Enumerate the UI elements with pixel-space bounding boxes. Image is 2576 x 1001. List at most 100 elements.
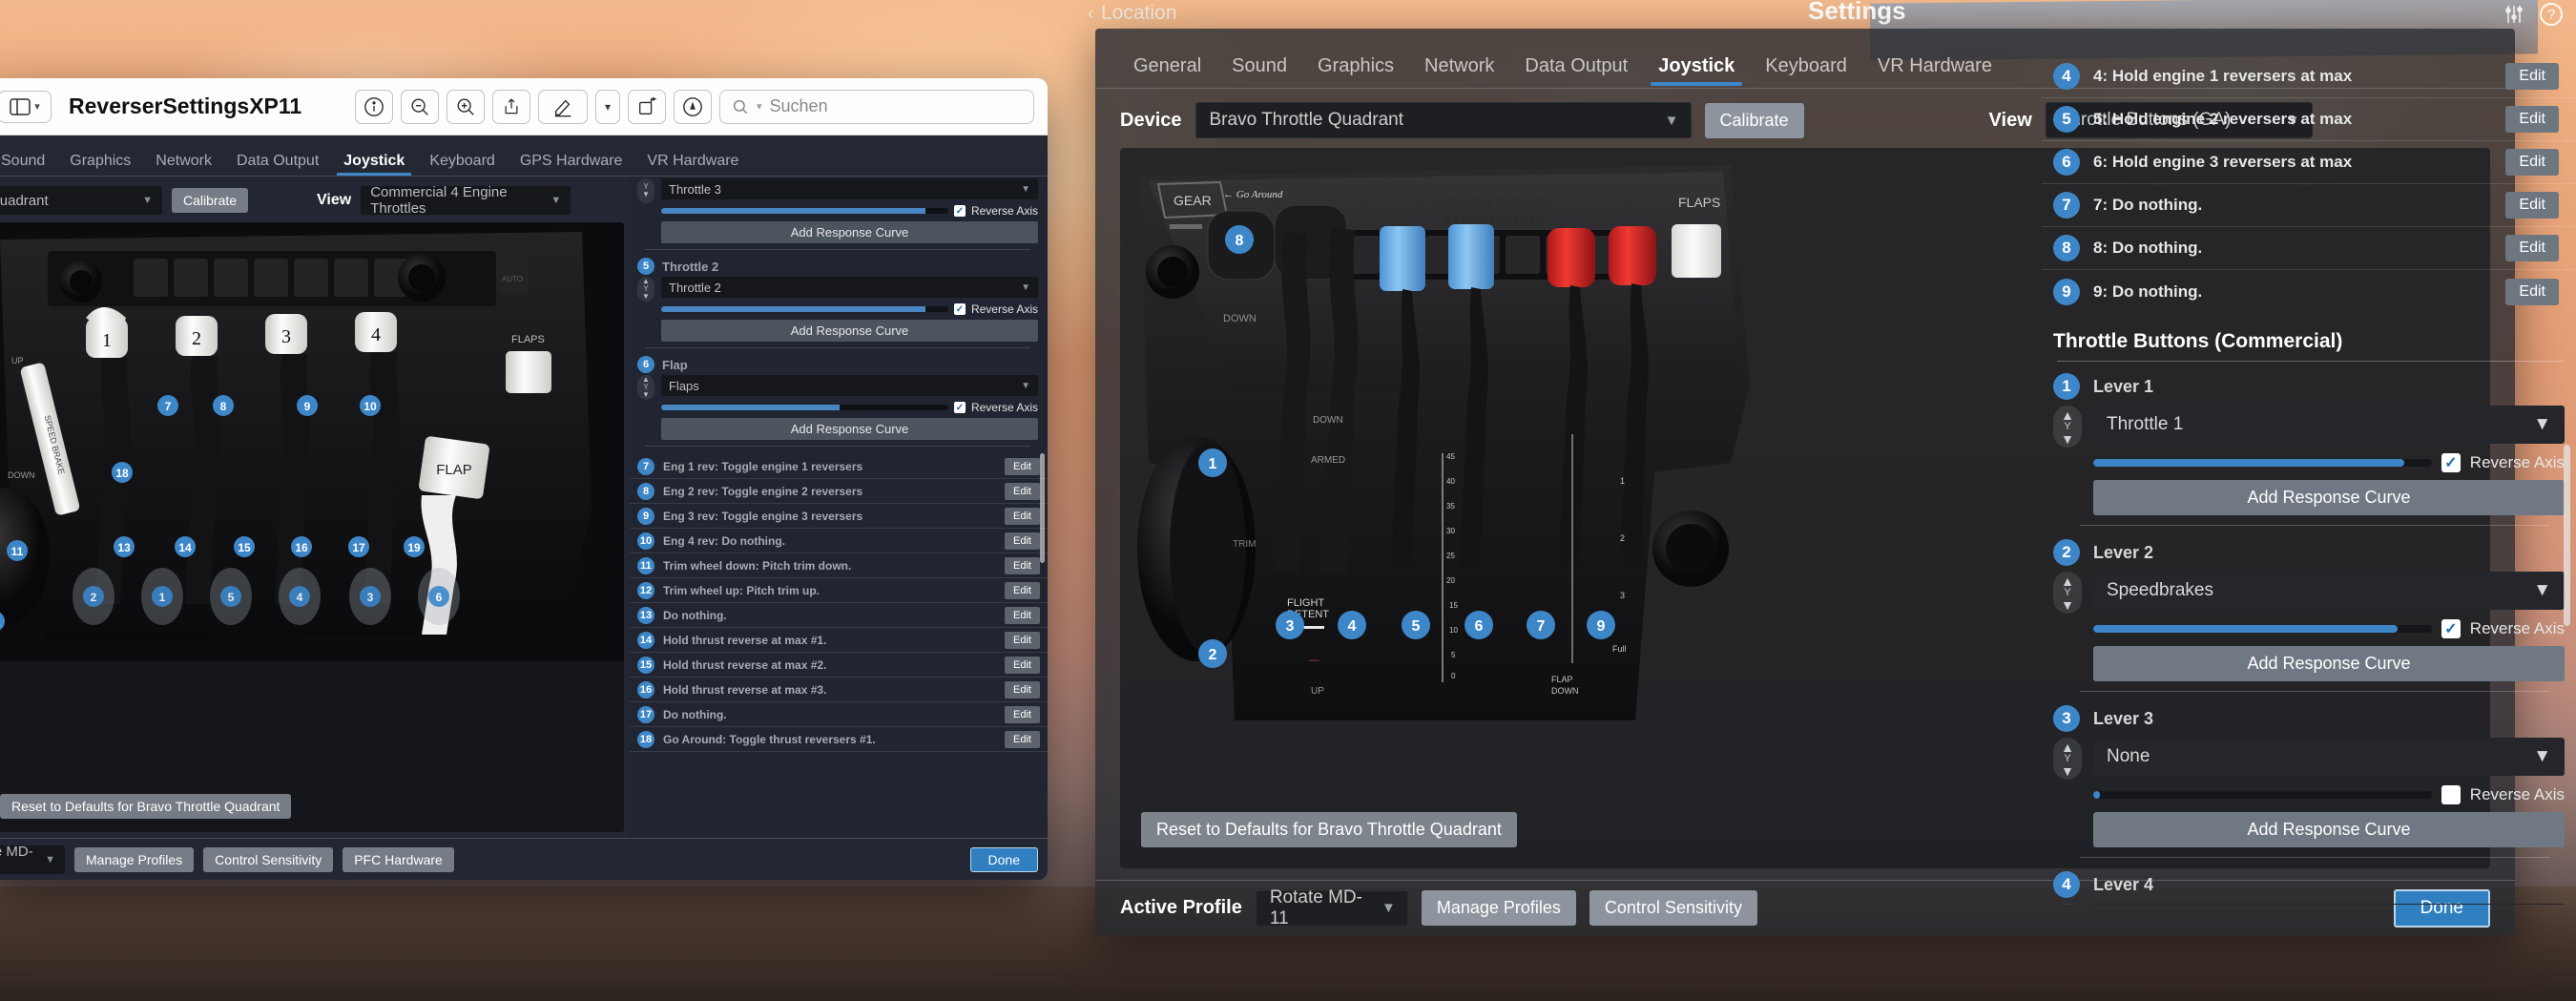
list-item[interactable]: 8 Eng 2 rev: Toggle engine 2 reversers E… xyxy=(630,479,1048,504)
inner-reverse-axis-checkbox[interactable]: ✓ xyxy=(953,402,966,413)
inner-axis-dropdown[interactable]: Throttle 2 ▼ xyxy=(661,277,1038,298)
edit-button[interactable]: Edit xyxy=(1005,556,1040,574)
edit-button[interactable]: Edit xyxy=(2505,63,2559,90)
inner-axis-spinner[interactable]: ▲ Y ▼ xyxy=(637,277,654,302)
axis-assignment-dropdown[interactable]: Throttle 1 ▼ xyxy=(2093,406,2565,444)
list-item[interactable]: 12 Trim wheel up: Pitch trim up. Edit xyxy=(630,578,1048,603)
inner-active-profile-dropdown[interactable]: Rotate MD-11 ▼ xyxy=(0,844,65,874)
inner-done-button[interactable]: Done xyxy=(969,846,1038,872)
reverse-axis-checkbox[interactable]: ✓ xyxy=(2441,785,2461,804)
inner-axis-dropdown[interactable]: Throttle 3 ▼ xyxy=(661,178,1038,199)
annotate-icon[interactable] xyxy=(674,89,712,124)
edit-button[interactable]: Edit xyxy=(1005,680,1040,699)
active-profile-dropdown[interactable]: Rotate MD-11 ▼ xyxy=(1255,887,1408,928)
inner-add-response-curve-button[interactable]: Add Response Curve xyxy=(661,320,1038,342)
edit-button[interactable]: Edit xyxy=(2505,235,2559,261)
tab-graphics[interactable]: Graphics xyxy=(1302,55,1409,86)
axis-direction-spinner[interactable]: ▲Y▼ xyxy=(2053,738,2082,780)
edit-button[interactable]: Edit xyxy=(1005,457,1040,475)
edit-button[interactable]: Edit xyxy=(2505,106,2559,133)
inner-tab-gps-hardware[interactable]: GPS Hardware xyxy=(508,153,635,176)
info-icon[interactable] xyxy=(355,89,393,124)
breadcrumb[interactable]: ‹ Location xyxy=(1088,2,1176,25)
zoom-out-icon[interactable] xyxy=(401,89,439,124)
chevron-down-icon[interactable]: ▾ xyxy=(595,89,620,124)
rotate-icon[interactable] xyxy=(628,89,666,124)
add-response-curve-button[interactable]: Add Response Curve xyxy=(2093,646,2565,681)
inner-device-dropdown[interactable]: Bravo Throttle Quadrant ▼ xyxy=(0,186,162,215)
table-row[interactable]: 7 7: Do nothing. Edit xyxy=(2042,184,2576,227)
tab-data-output[interactable]: Data Output xyxy=(1509,55,1643,86)
tab-general[interactable]: General xyxy=(1118,55,1216,86)
inner-reset-to-defaults-button[interactable]: Reset to Defaults for Bravo Throttle Qua… xyxy=(0,794,292,819)
help-icon[interactable]: ? xyxy=(2540,3,2563,26)
inner-add-response-curve-button[interactable]: Add Response Curve xyxy=(661,418,1038,440)
inner-tab-data-output[interactable]: Data Output xyxy=(224,153,331,176)
inner-tab-sound[interactable]: Sound xyxy=(0,153,57,176)
inner-reverse-axis-checkbox[interactable]: ✓ xyxy=(953,205,966,217)
edit-button[interactable]: Edit xyxy=(2505,278,2559,305)
edit-button[interactable]: Edit xyxy=(1005,631,1040,649)
inner-axis-dropdown[interactable]: Flaps ▼ xyxy=(661,375,1038,396)
tab-joystick[interactable]: Joystick xyxy=(1643,55,1750,86)
axis-assignment-dropdown[interactable]: Speedbrakes ▼ xyxy=(2093,572,2565,610)
edit-button[interactable]: Edit xyxy=(2505,192,2559,219)
list-item[interactable]: 17 Do nothing. Edit xyxy=(630,702,1048,727)
tab-sound[interactable]: Sound xyxy=(1216,55,1302,86)
add-response-curve-button[interactable]: Add Response Curve xyxy=(2093,480,2565,515)
inner-scrollbar[interactable] xyxy=(1040,453,1045,563)
axis-direction-spinner[interactable]: ▲Y▼ xyxy=(2053,572,2082,614)
search-input[interactable]: ▾ Suchen xyxy=(719,89,1034,124)
axis-direction-spinner[interactable]: ▲Y▼ xyxy=(2053,406,2082,448)
list-item[interactable]: 11 Trim wheel down: Pitch trim down. Edi… xyxy=(630,553,1048,578)
table-row[interactable]: 5 5: Hold engine 2 reversers at max Edit xyxy=(2042,98,2576,141)
markup-icon[interactable] xyxy=(538,89,588,124)
sidebar-toggle-button[interactable]: ▾ xyxy=(0,90,52,123)
table-row[interactable]: 6 6: Hold engine 3 reversers at max Edit xyxy=(2042,141,2576,184)
inner-view-dropdown[interactable]: Commercial 4 Engine Throttles ▼ xyxy=(361,184,571,217)
edit-button[interactable]: Edit xyxy=(2505,149,2559,176)
calibrate-button[interactable]: Calibrate xyxy=(1704,102,1804,138)
inner-axis-spinner[interactable]: Y ▼ xyxy=(637,178,654,203)
axis-direction-spinner[interactable]: ▲Y▼ xyxy=(2053,904,2082,905)
list-item[interactable]: 9 Eng 3 rev: Toggle engine 3 reversers E… xyxy=(630,504,1048,529)
inner-reverse-axis-checkbox[interactable]: ✓ xyxy=(953,303,966,315)
list-item[interactable]: 14 Hold thrust reverse at max #1. Edit xyxy=(630,628,1048,653)
assignment-scrollbar[interactable] xyxy=(2564,445,2570,626)
edit-button[interactable]: Edit xyxy=(1005,482,1040,500)
axis-assignment-dropdown[interactable]: None ▼ xyxy=(2093,738,2565,776)
list-item[interactable]: 7 Eng 1 rev: Toggle engine 1 reversers E… xyxy=(630,454,1048,479)
edit-button[interactable]: Edit xyxy=(1005,507,1040,525)
list-item[interactable]: 13 Do nothing. Edit xyxy=(630,603,1048,628)
table-row[interactable]: 9 9: Do nothing. Edit xyxy=(2042,270,2576,313)
edit-button[interactable]: Edit xyxy=(1005,606,1040,624)
share-icon[interactable] xyxy=(492,89,530,124)
inner-tab-joystick[interactable]: Joystick xyxy=(331,153,417,176)
edit-button[interactable]: Edit xyxy=(1005,656,1040,674)
inner-calibrate-button[interactable]: Calibrate xyxy=(172,188,249,213)
control-sensitivity-button[interactable]: Control Sensitivity xyxy=(1589,890,1757,926)
inner-control-sensitivity-button[interactable]: Control Sensitivity xyxy=(203,846,334,872)
edit-button[interactable]: Edit xyxy=(1005,730,1040,748)
manage-profiles-button[interactable]: Manage Profiles xyxy=(1421,890,1576,926)
list-item[interactable]: 10 Eng 4 rev: Do nothing. Edit xyxy=(630,529,1048,553)
inner-tab-vr-hardware[interactable]: VR Hardware xyxy=(634,153,751,176)
table-row[interactable]: 8 8: Do nothing. Edit xyxy=(2042,227,2576,270)
add-response-curve-button[interactable]: Add Response Curve xyxy=(2093,812,2565,847)
edit-button[interactable]: Edit xyxy=(1005,581,1040,599)
axis-assignment-dropdown[interactable]: Throttle 2 ▼ xyxy=(2093,904,2565,905)
list-item[interactable]: 15 Hold thrust reverse at max #2. Edit xyxy=(630,653,1048,678)
reset-to-defaults-button[interactable]: Reset to Defaults for Bravo Throttle Qua… xyxy=(1141,812,1517,847)
list-item[interactable]: 18 Go Around: Toggle thrust reversers #1… xyxy=(630,727,1048,752)
inner-axis-spinner[interactable]: ▲ Y ▼ xyxy=(637,375,654,400)
inner-tab-keyboard[interactable]: Keyboard xyxy=(417,153,508,176)
inner-add-response-curve-button[interactable]: Add Response Curve xyxy=(661,221,1038,243)
tab-network[interactable]: Network xyxy=(1409,55,1509,86)
inner-tab-graphics[interactable]: Graphics xyxy=(57,153,143,176)
edit-button[interactable]: Edit xyxy=(1005,532,1040,550)
inner-manage-profiles-button[interactable]: Manage Profiles xyxy=(74,846,195,872)
tab-vr-hardware[interactable]: VR Hardware xyxy=(1862,55,2007,86)
zoom-in-icon[interactable] xyxy=(447,89,485,124)
edit-button[interactable]: Edit xyxy=(1005,705,1040,723)
table-row[interactable]: 4 4: Hold engine 1 reversers at max Edit xyxy=(2042,55,2576,98)
